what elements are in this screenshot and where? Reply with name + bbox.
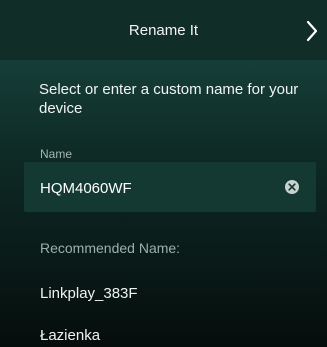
page-title: Rename It [128,22,199,39]
clear-circle-icon [285,180,299,194]
clear-button[interactable] [284,179,300,195]
top-bar: Rename It [0,0,327,60]
name-field [24,162,316,212]
suggestion-item[interactable]: Łazienka [40,327,100,344]
chevron-right-icon [306,20,318,42]
name-field-label: Name [40,147,73,161]
suggestion-item[interactable]: Linkplay_383F [40,285,138,302]
rename-screen: Rename It Select or enter a custom name … [0,0,327,347]
recommended-label: Recommended Name: [40,240,181,256]
next-button[interactable] [297,14,327,48]
instruction-text: Select or enter a custom name for your d… [39,81,299,117]
name-input[interactable] [40,178,270,198]
